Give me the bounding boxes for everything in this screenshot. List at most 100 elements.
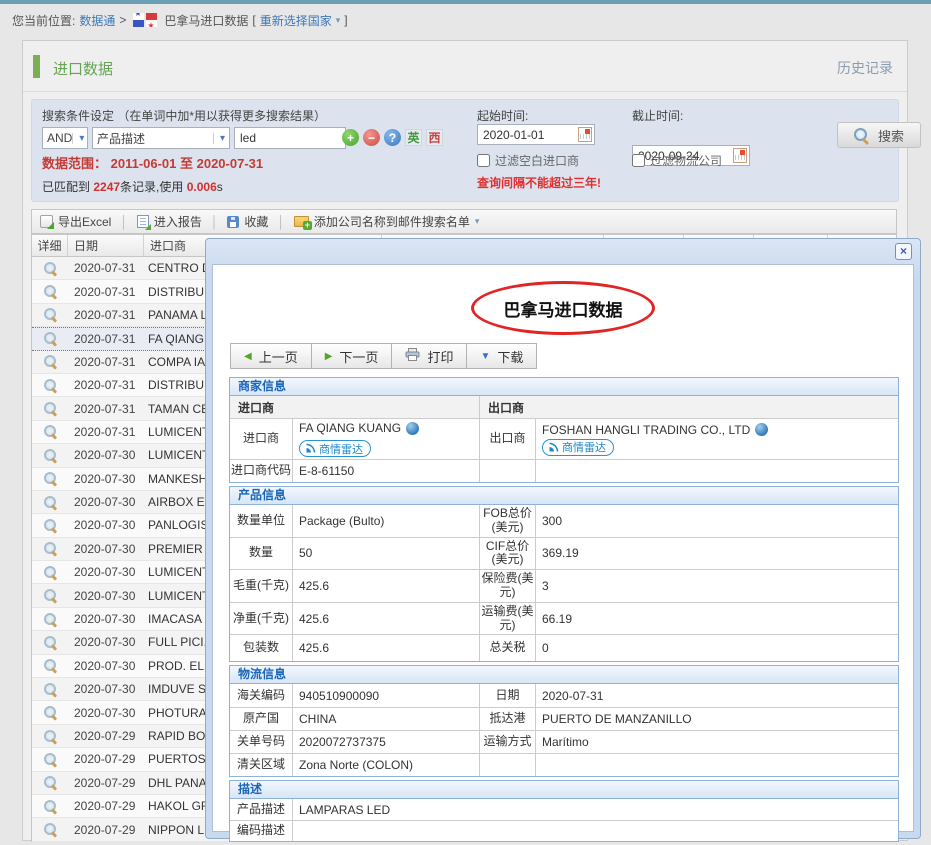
field-value: 369.19 xyxy=(535,538,898,570)
row-date: 2020-07-31 xyxy=(68,378,144,392)
detail-cell xyxy=(32,542,68,555)
field-label: 日期 xyxy=(479,684,535,707)
search-field-select[interactable]: 产品描述▾ xyxy=(92,127,230,149)
field-label: 海关编码 xyxy=(230,684,292,707)
add-to-mail-list-button[interactable]: 添加公司名称到邮件搜索名单 ▾ xyxy=(294,213,480,230)
remove-condition-icon[interactable]: − xyxy=(363,129,380,146)
detail-table-row: 关单号码2020072737375运输方式Marítimo xyxy=(230,730,898,753)
field-label: 毛重(千克) xyxy=(230,570,292,602)
globe-icon[interactable] xyxy=(755,423,768,436)
magnifier-icon[interactable] xyxy=(44,262,57,275)
row-date: 2020-07-30 xyxy=(68,635,144,649)
panama-flag-icon: ★ ★ xyxy=(133,13,157,27)
magnifier-icon[interactable] xyxy=(44,332,57,345)
bool-operator-select[interactable]: AND▾ xyxy=(42,127,88,149)
magnifier-icon[interactable] xyxy=(44,355,57,368)
magnifier-icon[interactable] xyxy=(44,636,57,649)
magnifier-icon[interactable] xyxy=(44,730,57,743)
magnifier-icon[interactable] xyxy=(44,683,57,696)
business-radar-link[interactable]: 商情雷达 xyxy=(542,439,614,456)
history-link[interactable]: 历史记录 xyxy=(837,58,893,78)
magnifier-icon[interactable] xyxy=(44,425,57,438)
next-page-button[interactable]: ▶ 下一页 xyxy=(311,343,393,369)
business-radar-link[interactable]: 商情雷达 xyxy=(299,440,371,457)
detail-cell xyxy=(32,776,68,789)
row-date: 2020-07-30 xyxy=(68,518,144,532)
reselect-country-link[interactable]: 重新选择国家 xyxy=(260,12,332,29)
chevron-down-icon[interactable]: ▾ xyxy=(336,15,341,26)
export-excel-button[interactable]: 导出Excel xyxy=(40,213,111,230)
field-label: 保险费(美元) xyxy=(479,570,535,602)
print-button[interactable]: 打印 xyxy=(391,343,467,369)
close-icon[interactable]: × xyxy=(895,243,912,260)
report-icon xyxy=(137,215,149,228)
detail-cell xyxy=(32,285,68,298)
field-value: 50 xyxy=(292,538,479,570)
start-date-input[interactable]: 2020-01-01 xyxy=(477,124,595,145)
row-date: 2020-07-30 xyxy=(68,565,144,579)
magnifier-icon[interactable] xyxy=(44,379,57,392)
magnifier-icon[interactable] xyxy=(44,472,57,485)
row-date: 2020-07-31 xyxy=(68,261,144,275)
magnifier-icon[interactable] xyxy=(44,285,57,298)
magnifier-icon[interactable] xyxy=(44,823,57,836)
detail-table-row: 净重(千克)425.6运输费(美元)66.19 xyxy=(230,602,898,635)
modal-nav-bar: ◀ 上一页 ▶ 下一页 打印 ▼ 下载 xyxy=(231,343,537,369)
printer-icon xyxy=(405,348,420,364)
field-value: 425.6 xyxy=(292,603,479,635)
magnifier-icon[interactable] xyxy=(44,402,57,415)
download-button[interactable]: ▼ 下载 xyxy=(466,343,537,369)
search-button[interactable]: 搜索 xyxy=(837,122,921,148)
globe-icon[interactable] xyxy=(406,422,419,435)
favorite-button[interactable]: 收藏 xyxy=(227,213,268,230)
exporter-name: FOSHAN HANGLI TRADING CO., LTD xyxy=(542,423,750,437)
chevron-down-icon: ▾ xyxy=(213,133,225,144)
detail-cell xyxy=(32,753,68,766)
field-label: 产品描述 xyxy=(230,799,292,820)
modal-content: 巴拿马进口数据 ◀ 上一页 ▶ 下一页 打印 ▼ 下载 商家信息 xyxy=(212,264,914,832)
field-label: FOB总价(美元) xyxy=(479,505,535,537)
field-value xyxy=(535,754,898,776)
magnifier-icon[interactable] xyxy=(44,613,57,626)
prev-page-button[interactable]: ◀ 上一页 xyxy=(230,343,312,369)
keyword-input[interactable] xyxy=(234,127,346,149)
breadcrumb-home-link[interactable]: 数据通 xyxy=(79,12,115,29)
magnifier-icon[interactable] xyxy=(44,449,57,462)
checkbox[interactable] xyxy=(477,154,490,167)
filter-logistics-checkbox[interactable]: 过滤物流公司 xyxy=(632,152,722,169)
calendar-icon[interactable] xyxy=(578,127,592,142)
magnifier-icon[interactable] xyxy=(44,753,57,766)
filter-blank-importer-checkbox[interactable]: 过滤空白进口商 xyxy=(477,152,579,169)
spanish-toggle[interactable]: 西 xyxy=(426,129,443,146)
enter-report-button[interactable]: 进入报告 xyxy=(137,213,202,230)
magnifier-icon[interactable] xyxy=(44,776,57,789)
magnifier-icon[interactable] xyxy=(44,800,57,813)
column-header-date[interactable]: 日期 xyxy=(68,235,144,256)
magnifier-icon[interactable] xyxy=(44,308,57,321)
detail-cell xyxy=(32,425,68,438)
field-label: 关单号码 xyxy=(230,731,292,753)
column-header-detail[interactable]: 详细 xyxy=(32,235,68,256)
calendar-icon[interactable] xyxy=(733,148,747,163)
magnifier-icon[interactable] xyxy=(44,589,57,602)
field-label: 清关区域 xyxy=(230,754,292,776)
magnifier-icon[interactable] xyxy=(44,706,57,719)
section-header: 物流信息 xyxy=(229,665,899,684)
magnifier-icon[interactable] xyxy=(44,566,57,579)
section-merchant: 商家信息 进口商 出口商 进口商 FA QIANG KUANG xyxy=(229,377,899,483)
add-condition-icon[interactable]: + xyxy=(342,129,359,146)
magnifier-icon[interactable] xyxy=(44,542,57,555)
magnifier-icon[interactable] xyxy=(44,659,57,672)
english-toggle[interactable]: 英 xyxy=(405,129,422,146)
field-value: LAMPARAS LED xyxy=(292,799,898,820)
detail-table-row: 原产国CHINA抵达港PUERTO DE MANZANILLO xyxy=(230,707,898,730)
magnifier-icon[interactable] xyxy=(44,496,57,509)
field-value xyxy=(535,460,898,482)
magnifier-icon[interactable] xyxy=(44,519,57,532)
field-label: 抵达港 xyxy=(479,708,535,730)
section-description: 描述 产品描述LAMPARAS LED编码描述 xyxy=(229,780,899,842)
chevron-down-icon: ▾ xyxy=(72,133,84,144)
bracket-open: [ xyxy=(252,13,255,27)
help-icon[interactable]: ? xyxy=(384,129,401,146)
checkbox[interactable] xyxy=(632,154,645,167)
